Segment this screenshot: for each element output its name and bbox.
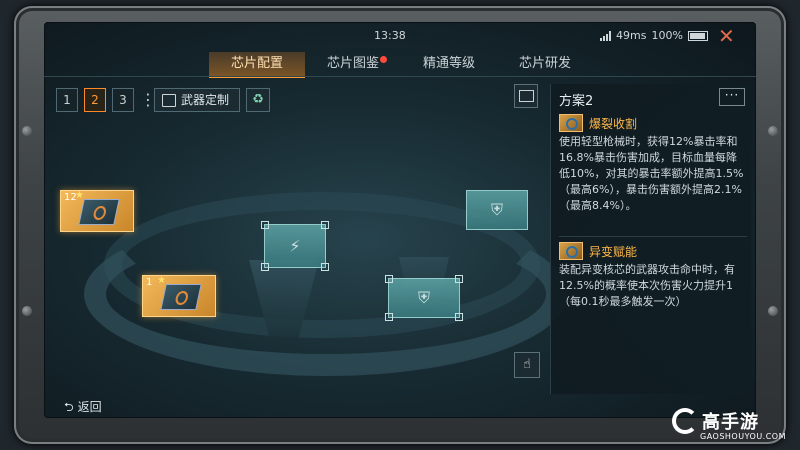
preset-slot-1[interactable]: 1 (56, 88, 78, 112)
empty-chip-slot[interactable]: ⛨ (466, 190, 528, 230)
preset-title: 方案2 (559, 94, 594, 109)
panel-divider (559, 236, 747, 237)
bolt-decoration (22, 126, 32, 136)
signal-icon (600, 30, 611, 41)
slot-corner (321, 221, 329, 229)
image-toggle-icon[interactable] (514, 84, 538, 108)
chip-effect-name: 异变赋能 (589, 244, 638, 259)
preset-toolbar: 1 2 3 ⋮ 武器定制 ♻ (56, 88, 271, 112)
slot-corner (321, 263, 329, 271)
clock: 13:38 (374, 29, 406, 42)
equipped-chip-card[interactable]: 12 ★ (60, 190, 134, 232)
notification-dot (380, 56, 387, 63)
equipped-chip-card[interactable]: 1 ★ (142, 275, 216, 317)
chip-effect-header: 爆裂收割 (559, 114, 637, 132)
tab-chip-config[interactable]: 芯片配置 (209, 52, 305, 78)
chip-effect-name: 爆裂收割 (589, 116, 638, 131)
network-status: 49ms 100% (600, 29, 708, 42)
slot-corner (261, 263, 269, 271)
empty-chip-slot[interactable]: ⚡ (261, 221, 329, 271)
chip-effect-header: 异变赋能 (559, 242, 637, 260)
slot-corner (261, 221, 269, 229)
preset-slot-2[interactable]: 2 (84, 88, 106, 112)
brand-name: 高手游 (702, 412, 759, 433)
chip-effect-description: 装配异变核芯的武器攻击命中时，有12.5%的概率使本次伤害火力提升1（每0.1秒… (559, 263, 735, 308)
hand-pointer-icon[interactable]: ☝ (514, 352, 540, 378)
tab-chip-catalog[interactable]: 芯片图鉴 (305, 52, 401, 76)
weapon-chip-icon: ⚡ (289, 236, 301, 256)
chip-icon (78, 199, 120, 225)
back-arrow-icon: ⮌ (64, 400, 74, 414)
slot-corner (455, 313, 463, 321)
tab-mastery-level[interactable]: 精通等级 (401, 52, 497, 76)
close-icon[interactable]: ✕ (718, 24, 735, 48)
tab-chip-research[interactable]: 芯片研发 (497, 52, 593, 76)
bolt-decoration (768, 126, 778, 136)
chip-icon (559, 242, 583, 260)
slot-corner (455, 275, 463, 283)
chip-config-screen: 13:38 49ms 100% ✕ 芯片配置 芯片图鉴 精通等级 芯片研发 1 … (44, 22, 756, 418)
recycle-icon[interactable]: ♻ (246, 88, 271, 112)
battery-text: 100% (651, 29, 683, 42)
empty-chip-slot[interactable]: ⛨ (385, 275, 463, 321)
back-button[interactable]: ⮌ 返回 (64, 398, 102, 419)
more-options-icon[interactable]: ⋮ (140, 89, 156, 111)
status-bar: 13:38 49ms 100% ✕ (44, 22, 756, 48)
chip-icon (160, 284, 202, 310)
tab-divider (44, 76, 756, 77)
bolt-decoration (22, 306, 32, 316)
preset-slot-3[interactable]: 3 (112, 88, 134, 112)
slot-corner (385, 313, 393, 321)
top-tabs: 芯片配置 芯片图鉴 精通等级 芯片研发 (209, 52, 593, 78)
latency-text: 49ms (616, 29, 647, 42)
watermark: 高手游 GAOSHOUYOU.COM (672, 408, 792, 441)
bolt-decoration (768, 306, 778, 316)
more-icon[interactable]: ··· (719, 88, 745, 106)
back-label: 返回 (77, 400, 102, 414)
weapon-custom-label: 武器定制 (181, 93, 230, 107)
brand-logo-icon (672, 408, 698, 434)
chip-level: 1 (146, 277, 153, 288)
preset-detail-panel: 方案2 ··· 爆裂收割 使用轻型枪械时，获得12%暴击率和16.8%暴击伤害加… (550, 84, 751, 394)
chip-icon (559, 114, 583, 132)
battery-icon (687, 30, 708, 41)
slot-corner (385, 275, 393, 283)
brand-domain: GAOSHOUYOU.COM (700, 432, 787, 441)
customize-icon (162, 94, 176, 107)
shield-icon: ⛨ (490, 200, 504, 219)
chip-effect-description: 使用轻型枪械时，获得12%暴击率和16.8%暴击伤害加成，目标血量每降低10%，… (559, 135, 744, 212)
weapon-custom-button[interactable]: 武器定制 (154, 88, 241, 112)
shield-icon: ⛨ (417, 288, 431, 307)
